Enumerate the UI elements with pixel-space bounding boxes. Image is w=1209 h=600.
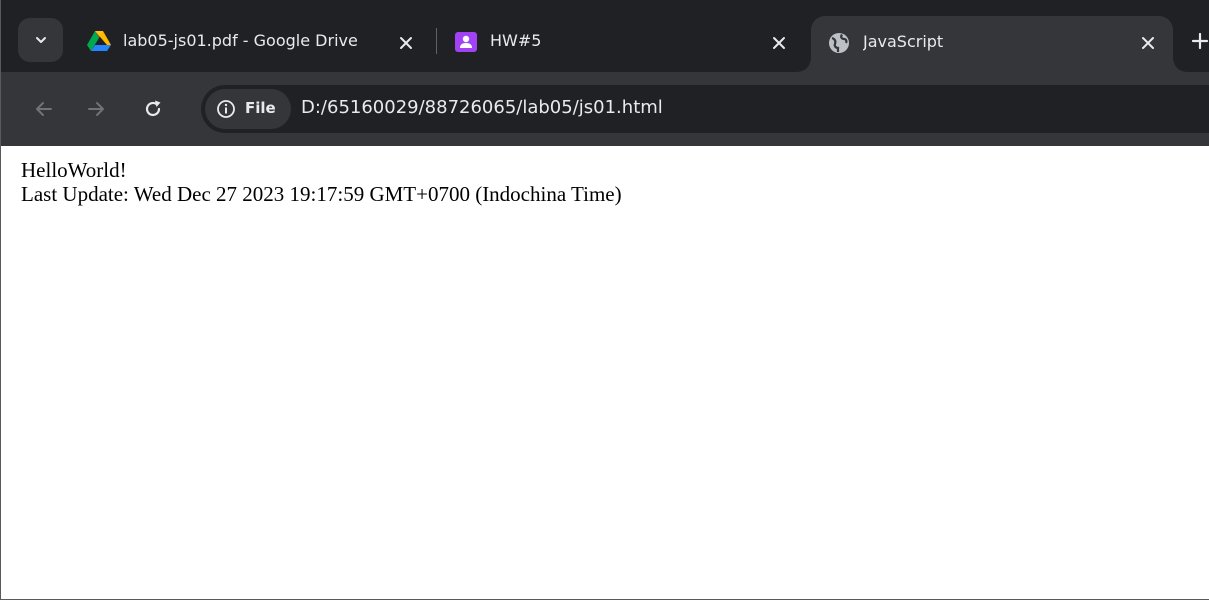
close-icon[interactable] (768, 32, 790, 54)
info-icon (216, 99, 236, 123)
tab-separator (436, 28, 437, 54)
site-info-chip[interactable]: File (205, 89, 291, 129)
tab-title: JavaScript (863, 32, 944, 51)
browser-window: lab05-js01.pdf - Google Drive HW#5 JavaS… (0, 0, 1209, 600)
plus-icon (1191, 32, 1209, 50)
close-icon[interactable] (1137, 32, 1159, 54)
globe-icon (827, 31, 851, 59)
tab-google-drive[interactable]: lab05-js01.pdf - Google Drive (71, 16, 431, 70)
tab-hw5[interactable]: HW#5 (438, 16, 804, 70)
last-update-text: Last Update: Wed Dec 27 2023 19:17:59 GM… (21, 182, 622, 206)
arrow-right-icon (88, 102, 104, 116)
hello-text: HelloWorld! (21, 158, 127, 182)
tab-javascript[interactable]: JavaScript (811, 16, 1173, 72)
tab-title: HW#5 (490, 31, 542, 50)
arrow-left-icon (36, 102, 52, 116)
reload-icon (145, 100, 161, 117)
toolbar: File D:/65160029/88726065/lab05/js01.htm… (1, 72, 1209, 146)
page-content: HelloWorld! Last Update: Wed Dec 27 2023… (1, 146, 1209, 599)
tab-strip: lab05-js01.pdf - Google Drive HW#5 JavaS… (1, 0, 1209, 72)
chip-label: File (245, 99, 276, 117)
tab-title: lab05-js01.pdf - Google Drive (123, 31, 358, 50)
address-bar[interactable]: File D:/65160029/88726065/lab05/js01.htm… (201, 85, 1209, 133)
google-drive-icon (87, 30, 111, 56)
url-text[interactable]: D:/65160029/88726065/lab05/js01.html (301, 97, 663, 118)
reload-button[interactable] (138, 94, 168, 124)
back-button[interactable] (29, 94, 59, 124)
chevron-down-icon (35, 37, 46, 43)
close-icon[interactable] (395, 32, 417, 54)
tab-search-button[interactable] (18, 18, 63, 62)
new-tab-button[interactable] (1187, 28, 1209, 54)
forward-button[interactable] (81, 94, 111, 124)
google-classroom-icon (454, 30, 478, 58)
